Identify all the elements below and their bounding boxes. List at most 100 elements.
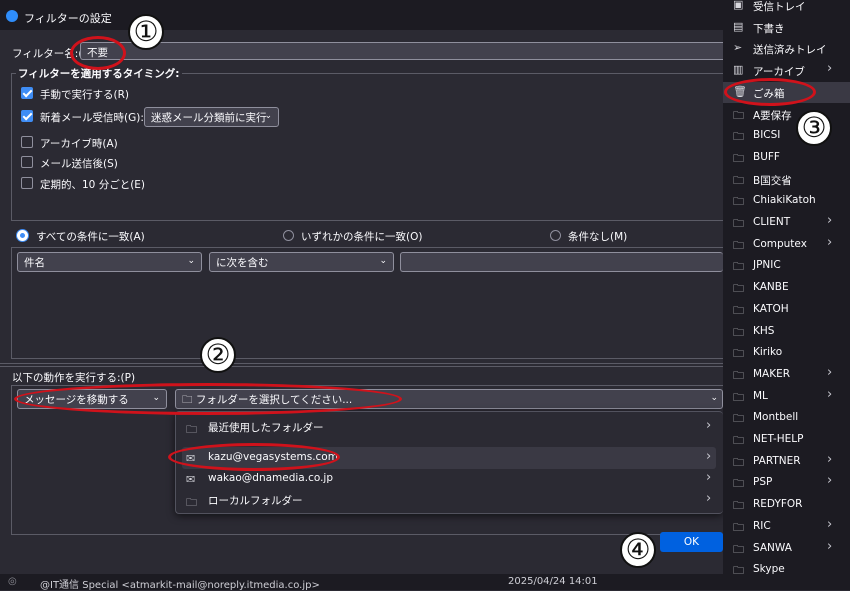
folder-menu-item-label: PSP: [753, 476, 773, 489]
chevron-right-icon: ›: [827, 234, 833, 250]
archive-icon: ▥: [733, 63, 744, 77]
match-none-radio[interactable]: [550, 230, 561, 241]
folder-icon: 🗀: [733, 108, 744, 122]
folder-icon: 🗀: [733, 325, 744, 339]
folder-menu-item[interactable]: 🗀 Computex ›: [723, 234, 850, 256]
folder-menu-item[interactable]: 🗀 RIC ›: [723, 516, 850, 538]
condition-value-input[interactable]: [400, 252, 723, 272]
timing-checkbox[interactable]: [21, 110, 33, 122]
annotation-number-2: ②: [200, 337, 236, 373]
folder-menu-item[interactable]: 🗀 PSP ›: [723, 472, 850, 494]
folder-menu-item-label: B国交省: [753, 174, 792, 187]
folder-menu-item[interactable]: 🗀 ML ›: [723, 386, 850, 408]
folder-menu-item[interactable]: 🗀 JPNIC: [723, 255, 850, 277]
folder-menu-item[interactable]: 🗀 B国交省: [723, 169, 850, 191]
message-date: 2025/04/24 14:01: [508, 576, 598, 587]
action-type-select[interactable]: メッセージを移動する ⌄: [17, 389, 167, 409]
inbox-icon: ▣: [733, 0, 744, 11]
folder-popup-item[interactable]: ✉ kazu@vegasystems.com ›: [182, 447, 716, 469]
match-all-radio[interactable]: [17, 230, 28, 241]
folder-menu-item[interactable]: 🗀 CLIENT ›: [723, 212, 850, 234]
folder-picker-select[interactable]: 🗀 フォルダーを選択してください... ⌄: [175, 389, 723, 409]
folder-menu-item[interactable]: 🗀 REDYFOR: [723, 494, 850, 516]
folder-menu-item-label: KHS: [753, 324, 775, 337]
folder-icon: 🗀: [733, 520, 744, 534]
folder-icon: 🗀: [733, 347, 744, 361]
folder-menu-item[interactable]: 🗀 KANBE: [723, 277, 850, 299]
folder-icon: 🗀: [733, 130, 744, 144]
actions-label: 以下の動作を実行する:(P): [12, 372, 136, 384]
chevron-right-icon: ›: [827, 213, 833, 228]
match-any-radio[interactable]: [283, 230, 294, 241]
condition-field-select[interactable]: 件名 ⌄: [17, 252, 202, 272]
chevron-down-icon: ⌄: [710, 393, 718, 403]
folder-menu-item-label: NET-HELP: [753, 433, 804, 445]
folder-icon: 🗀: [182, 394, 196, 406]
chevron-right-icon: ›: [827, 538, 833, 554]
folder-menu-item-label: RIC: [753, 519, 771, 532]
folder-menu-item[interactable]: 🗀 BUFF: [723, 147, 850, 169]
chevron-down-icon: ⌄: [152, 393, 160, 403]
folder-menu-item[interactable]: 🗀 KHS: [723, 321, 850, 343]
chevron-right-icon: ›: [827, 386, 833, 402]
filter-name-input[interactable]: 不要: [80, 42, 723, 60]
folder-menu-item[interactable]: 🗀 MAKER ›: [723, 364, 850, 386]
ok-button[interactable]: OK: [660, 532, 723, 552]
mail-account-icon: ✉: [186, 473, 196, 486]
folder-icon: 🗀: [733, 368, 744, 382]
timing-checkbox-label: メール送信後(S): [40, 158, 118, 170]
folder-menu-item[interactable]: ▥ アーカイブ ›: [723, 60, 850, 82]
folder-popup-menu: 🗀 最近使用したフォルダー › ✉ kazu@vegasystems.com › ✉ waka…: [175, 411, 723, 514]
folder-menu-item[interactable]: 🗀 Montbell: [723, 407, 850, 429]
folder-menu-item[interactable]: 🗀 SANWA ›: [723, 538, 850, 560]
dialog-title: フィルターの設定: [24, 12, 112, 25]
folder-menu-item[interactable]: 🗑 ごみ箱: [723, 81, 850, 104]
folder-popup-item[interactable]: 🗀 ローカルフォルダー ›: [182, 489, 716, 511]
timing-checkbox[interactable]: [21, 87, 33, 99]
folder-menu-item-label: ChiakiKatoh: [753, 194, 816, 207]
folder-icon: 🗀: [733, 434, 744, 447]
folder-menu-item[interactable]: 🗀 PARTNER ›: [723, 451, 850, 473]
splitter[interactable]: [0, 363, 723, 367]
folder-menu-panel: ▣ 受信トレイ ▤ 下書き ➢ 送信済みトレイ ▥ アーカイブ › 🗑 ごみ箱 🗀 A要保存 🗀 BICSI…: [723, 0, 850, 590]
folder-menu-item-label: A要保存: [753, 109, 792, 122]
folder-menu-item[interactable]: ▤ 下書き: [723, 17, 850, 39]
folder-menu-item-label: ごみ箱: [753, 87, 785, 100]
folder-icon: 🗀: [733, 260, 744, 274]
filter-name-label: フィルター名:(: [12, 48, 83, 60]
folder-menu-item[interactable]: ▣ 受信トレイ: [723, 0, 850, 17]
condition-operator-select[interactable]: に次を含む ⌄: [209, 252, 394, 272]
annotation-number-1: ①: [128, 14, 164, 50]
folder-menu-item-label: Kiriko: [753, 346, 783, 359]
folder-icon: 🗀: [733, 412, 744, 426]
folder-menu-item-label: SANWA: [753, 541, 792, 554]
folder-menu-item[interactable]: 🗀 KATOH: [723, 299, 850, 321]
folder-menu-item[interactable]: 🗀 NET-HELP: [723, 429, 850, 451]
chevron-right-icon: ›: [706, 491, 712, 506]
folder-icon: 🗀: [733, 195, 744, 209]
folder-menu-item-label: 送信済みトレイ: [753, 44, 827, 57]
chevron-right-icon: ›: [827, 451, 833, 467]
folder-icon: 🗀: [733, 282, 744, 296]
folder-menu-item-label: KATOH: [753, 302, 789, 315]
timing-checkbox[interactable]: [21, 136, 33, 148]
folder-popup-item[interactable]: 🗀 最近使用したフォルダー ›: [182, 416, 716, 438]
timing-checkbox[interactable]: [21, 177, 33, 189]
match-any-label: いずれかの条件に一致(O): [301, 231, 423, 243]
background-message-row: ◎ @IT通信 Special <atmarkit-mail@noreply.i…: [0, 574, 723, 591]
folder-popup-item[interactable]: ✉ wakao@dnamedia.co.jp ›: [182, 468, 716, 490]
message-sender: @IT通信 Special <atmarkit-mail@noreply.itm…: [40, 580, 320, 591]
match-none-label: 条件なし(M): [568, 231, 628, 243]
folder-menu-item[interactable]: 🗀 Kiriko: [723, 342, 850, 364]
draft-icon: ▤: [733, 19, 744, 33]
folder-menu-item[interactable]: 🗀 Skype: [723, 559, 850, 581]
folder-popup-item-label: wakao@dnamedia.co.jp: [208, 472, 334, 484]
folder-menu-item-label: 下書き: [753, 22, 785, 35]
folder-icon: 🗀: [733, 173, 744, 187]
timing-checkbox[interactable]: [21, 156, 33, 168]
new-mail-timing-select[interactable]: 迷惑メール分類前に実行 ⌄: [144, 107, 279, 127]
folder-menu-item[interactable]: 🗀 ChiakiKatoh: [723, 190, 850, 212]
folder-menu-item[interactable]: ➢ 送信済みトレイ: [723, 38, 850, 60]
chevron-right-icon: ›: [827, 473, 833, 489]
chevron-down-icon: ⌄: [187, 256, 195, 266]
